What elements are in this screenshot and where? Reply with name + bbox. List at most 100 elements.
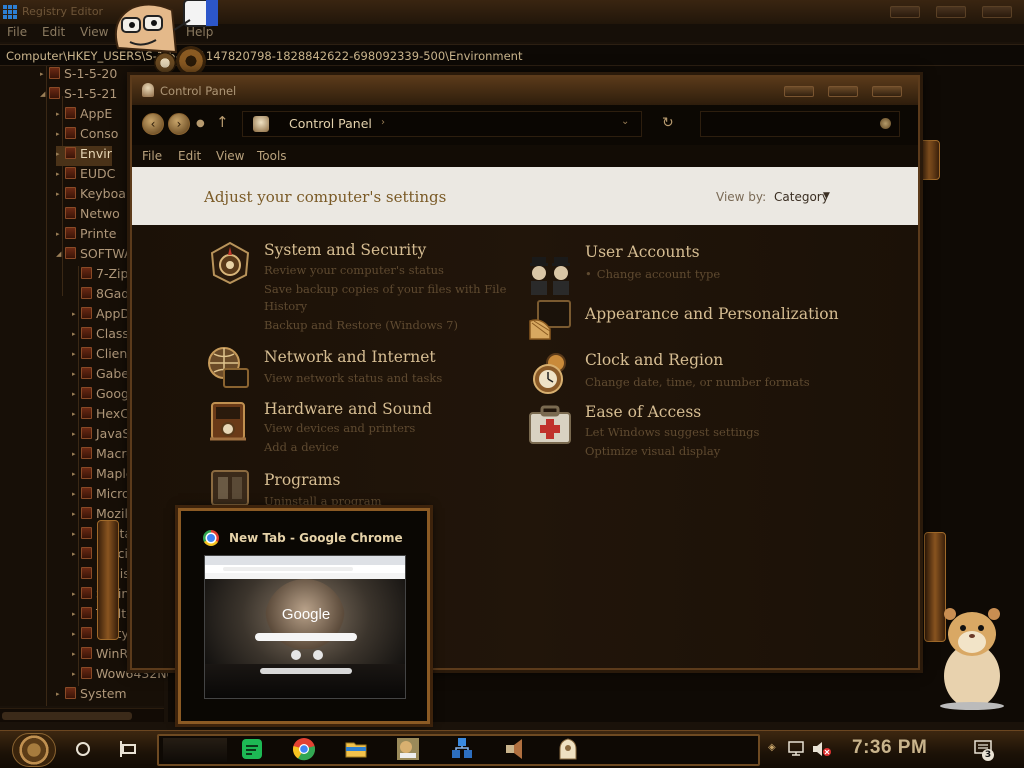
expand-arrow-icon[interactable]: ▸ [72,610,81,618]
cp-menu-file[interactable]: File [142,149,162,163]
appearance-icon[interactable] [528,299,572,343]
category-appearance-and-personalization[interactable]: Appearance and Personalization [585,305,839,323]
network-app-icon[interactable] [450,737,474,761]
chevron-down-icon[interactable]: ▼ [823,191,830,201]
hardware-icon[interactable] [206,399,250,443]
link-devices-printers[interactable]: View devices and printers [264,421,415,435]
task-view-icon[interactable] [120,741,140,757]
expand-arrow-icon[interactable]: ▸ [56,690,65,698]
expand-arrow-icon[interactable]: ▸ [72,510,81,518]
network-tray-icon[interactable] [788,741,806,757]
tree-item[interactable]: Netwo [56,206,120,226]
tree-item[interactable]: ▸ Clients [72,346,139,366]
game-icon[interactable] [396,737,420,761]
breadcrumb[interactable]: Control Panel [289,116,372,131]
user-accounts-icon[interactable] [528,253,572,297]
search-circle-icon[interactable] [76,742,90,756]
view-by-dropdown[interactable]: Category [774,190,829,204]
show-hidden-icons-chevron[interactable]: ◈ [768,742,776,753]
expand-arrow-icon[interactable]: ▸ [72,630,81,638]
link-file-history-cont[interactable]: History [264,299,307,313]
link-change-account-type[interactable]: • Change account type [585,267,720,281]
spotify-icon[interactable] [240,737,264,761]
link-change-date-time[interactable]: Change date, time, or number formats [585,375,810,389]
network-icon[interactable] [206,345,250,389]
cp-menu-tools[interactable]: Tools [257,149,287,163]
scrollbar-thumb[interactable] [2,712,132,720]
expand-arrow-icon[interactable]: ▸ [72,430,81,438]
address-dropdown-icon[interactable]: ⌄ [621,116,629,127]
registry-tree-scrollbar[interactable] [0,708,164,722]
search-icon[interactable] [880,118,891,129]
start-button[interactable] [12,733,56,767]
link-file-history[interactable]: Save backup copies of your files with Fi… [264,282,506,296]
tree-item[interactable]: ▸ System [56,686,127,706]
expand-arrow-icon[interactable]: ▸ [72,550,81,558]
ease-of-access-icon[interactable] [528,403,572,447]
chrome-preview-image[interactable]: Google [204,555,406,699]
expand-arrow-icon[interactable]: ▸ [72,330,81,338]
recent-locations-icon[interactable]: ● [196,118,205,129]
link-optimize-display[interactable]: Optimize visual display [585,444,720,458]
expand-arrow-icon[interactable]: ▸ [72,590,81,598]
category-ease-of-access[interactable]: Ease of Access [585,403,701,421]
expand-arrow-icon[interactable]: ▸ [56,230,65,238]
tree-item[interactable]: ▸ S-1-5-20 [40,66,117,86]
cp-maximize-button[interactable] [828,86,858,97]
search-input[interactable] [700,111,900,137]
category-clock-and-region[interactable]: Clock and Region [585,351,723,369]
link-suggest-settings[interactable]: Let Windows suggest settings [585,425,759,439]
collapse-arrow-icon[interactable]: ◢ [56,250,65,258]
chrome-taskbar-preview[interactable]: New Tab - Google Chrome Google [178,508,430,724]
file-explorer-icon[interactable] [344,737,368,761]
chrome-icon[interactable] [292,737,316,761]
tree-item[interactable]: ▸ Printe [56,226,116,246]
expand-arrow-icon[interactable]: ▸ [56,110,65,118]
tree-item[interactable]: ▸ Conso [56,126,118,146]
expand-arrow-icon[interactable]: ▸ [56,170,65,178]
category-network-and-internet[interactable]: Network and Internet [264,348,436,366]
control-panel-icon[interactable] [556,737,580,761]
registry-close-button[interactable] [982,6,1012,18]
category-system-and-security[interactable]: System and Security [264,241,426,259]
tree-item[interactable]: ▸ AppE [56,106,112,126]
tree-item[interactable]: ▸ EUDC [56,166,115,186]
programs-icon[interactable] [208,465,252,509]
expand-arrow-icon[interactable]: ▸ [72,670,81,678]
expand-arrow-icon[interactable]: ▸ [72,410,81,418]
expand-arrow-icon[interactable]: ▸ [72,310,81,318]
cp-menu-view[interactable]: View [216,149,244,163]
registry-minimize-button[interactable] [890,6,920,18]
expand-arrow-icon[interactable]: ▸ [72,370,81,378]
expand-arrow-icon[interactable]: ▸ [72,470,81,478]
link-review-status[interactable]: Review your computer's status [264,263,444,277]
cp-minimize-button[interactable] [784,86,814,97]
breadcrumb-chevron-icon[interactable]: › [381,117,385,128]
volume-muted-icon[interactable] [812,741,832,757]
security-icon[interactable] [208,241,252,285]
category-hardware-and-sound[interactable]: Hardware and Sound [264,400,432,418]
control-panel-address-bar[interactable]: Control Panel › ⌄ [242,111,642,137]
tree-item[interactable]: ▸ Envir [56,146,112,166]
expand-arrow-icon[interactable]: ▸ [72,650,81,658]
category-programs[interactable]: Programs [264,471,340,489]
cp-close-button[interactable] [872,86,902,97]
up-arrow-icon[interactable]: ↑ [216,113,229,131]
link-network-status[interactable]: View network status and tasks [264,371,442,385]
forward-button[interactable]: › [168,113,190,135]
link-add-device[interactable]: Add a device [264,440,339,454]
back-button[interactable]: ‹ [142,113,164,135]
expand-arrow-icon[interactable]: ▸ [72,390,81,398]
system-clock[interactable]: 7:36 PM [852,737,927,759]
expand-arrow-icon[interactable]: ▸ [56,190,65,198]
expand-arrow-icon[interactable]: ▸ [72,450,81,458]
collapse-arrow-icon[interactable]: ◢ [40,90,49,98]
tree-item[interactable]: 7-Zip [72,266,128,286]
category-user-accounts[interactable]: User Accounts [585,243,700,261]
expand-arrow-icon[interactable]: ▸ [56,130,65,138]
expand-arrow-icon[interactable]: ▸ [72,530,81,538]
refresh-icon[interactable]: ↻ [662,115,674,131]
expand-arrow-icon[interactable]: ▸ [56,150,65,158]
registry-maximize-button[interactable] [936,6,966,18]
registry-menu-view[interactable]: View [80,25,108,39]
